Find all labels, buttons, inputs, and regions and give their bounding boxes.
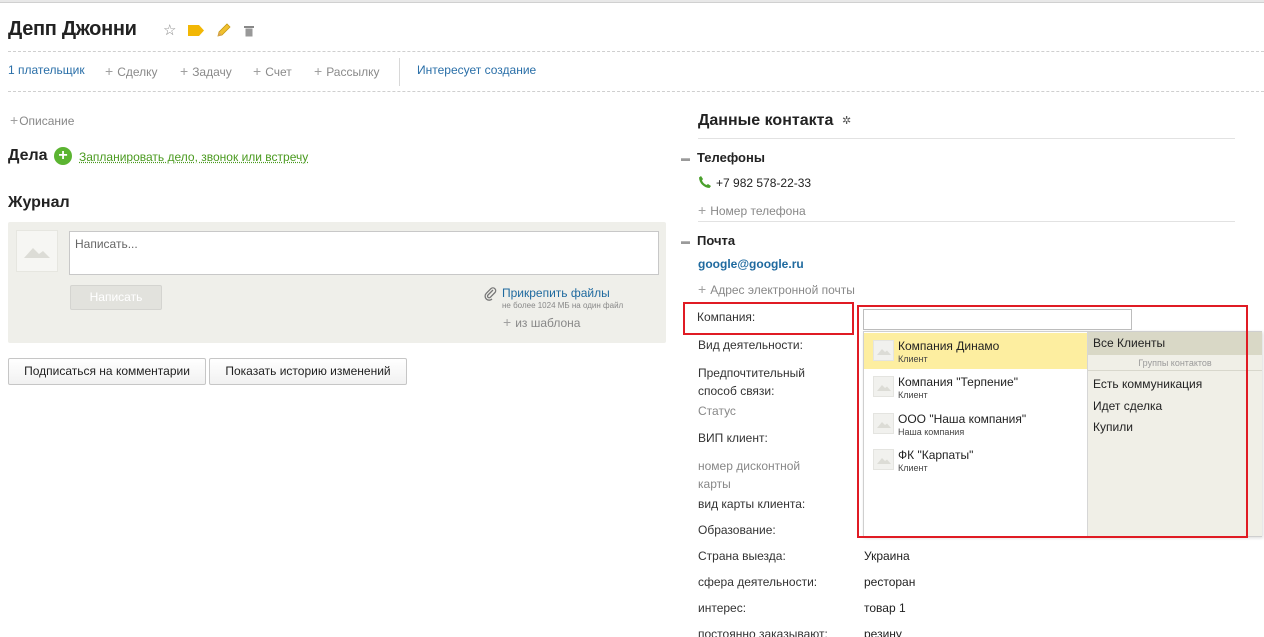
write-button[interactable]: Написать: [70, 285, 162, 310]
phone-icon[interactable]: [698, 175, 712, 192]
tag-icon[interactable]: [188, 24, 205, 42]
from-template-link[interactable]: + из шаблона: [503, 314, 580, 330]
page-title: Депп Джонни: [8, 18, 137, 40]
journal-title: Журнал: [8, 194, 70, 211]
field-label-activity: Вид деятельности:: [698, 338, 803, 352]
add-task-button[interactable]: + Задачу: [180, 63, 232, 79]
header-divider: [8, 51, 1264, 52]
add-email-link[interactable]: + Адрес электронной почты: [698, 281, 855, 297]
add-task-label: Задачу: [192, 65, 232, 79]
annotation-box-label: [683, 302, 854, 335]
user-avatar: [16, 230, 58, 272]
payer-link[interactable]: 1 плательщик: [8, 63, 85, 77]
field-value-country: Украина: [864, 549, 910, 563]
trash-icon[interactable]: [244, 24, 254, 42]
plus-icon: +: [698, 202, 707, 218]
plus-icon: +: [314, 63, 323, 79]
field-value-interest: товар 1: [864, 601, 906, 615]
add-phone-label: Номер телефона: [710, 204, 806, 218]
pencil-icon[interactable]: [216, 22, 232, 43]
attach-limit-note: не более 1024 МБ на один файл: [502, 301, 624, 310]
add-task-icon[interactable]: +: [54, 147, 72, 165]
schedule-task-link[interactable]: Запланировать дело, звонок или встречу: [79, 150, 308, 164]
star-icon[interactable]: ☆: [163, 22, 176, 40]
mail-title: Почта: [697, 233, 736, 248]
top-border: [0, 0, 1264, 3]
field-label-education: Образование:: [698, 523, 776, 537]
plus-icon: +: [10, 112, 19, 128]
plus-icon: +: [698, 281, 707, 297]
field-label-status: Статус: [698, 404, 736, 418]
add-mailing-label: Рассылку: [326, 65, 380, 79]
actions-bar: 1 плательщик + Сделку + Задачу + Счет + Расс…: [8, 63, 548, 81]
plus-icon: +: [503, 314, 512, 330]
plus-icon: +: [253, 63, 262, 79]
add-invoice-button[interactable]: + Счет: [253, 63, 292, 79]
plus-icon: +: [180, 63, 189, 79]
phones-divider: [698, 221, 1235, 222]
actions-separator: [399, 58, 400, 86]
tasks-title: Дела: [8, 147, 48, 164]
add-phone-link[interactable]: + Номер телефона: [698, 202, 806, 218]
paperclip-icon: [484, 287, 498, 304]
field-label-contact-method: Предпочтительный способ связи:: [698, 366, 805, 398]
add-mailing-button[interactable]: + Рассылку: [314, 63, 379, 79]
email-link[interactable]: google@google.ru: [698, 257, 804, 271]
add-invoice-label: Счет: [265, 65, 292, 79]
field-label-orders: постоянно заказывают:: [698, 627, 828, 637]
actions-divider: [8, 91, 1264, 92]
add-description-link[interactable]: +Описание: [10, 112, 74, 128]
field-value-orders: резину: [864, 627, 902, 637]
collapse-phones-icon[interactable]: ▬: [681, 153, 690, 163]
field-label-interest: интерес:: [698, 601, 747, 615]
journal-input[interactable]: Написать...: [69, 231, 659, 275]
field-value-sphere: ресторан: [864, 575, 916, 589]
from-template-label: из шаблона: [515, 316, 581, 330]
show-history-button[interactable]: Показать историю изменений: [209, 358, 407, 385]
collapse-mail-icon[interactable]: ▬: [681, 236, 690, 246]
add-deal-label: Сделку: [117, 65, 158, 79]
contact-data-title: Данные контакта: [698, 112, 834, 129]
add-email-label: Адрес электронной почты: [710, 283, 855, 297]
field-label-card-type: вид карты клиента:: [698, 497, 806, 511]
image-placeholder-icon: [24, 248, 50, 258]
phone-number[interactable]: +7 982 578-22-33: [716, 176, 811, 190]
field-label-vip: ВИП клиент:: [698, 431, 768, 445]
phones-title: Телефоны: [697, 150, 765, 165]
field-label-discount-card: номер дисконтной карты: [698, 459, 801, 491]
interest-link[interactable]: Интересует создание: [417, 63, 536, 77]
field-label-sphere: сфера деятельности:: [698, 575, 818, 589]
plus-icon: +: [105, 63, 114, 79]
contact-title-divider: [698, 138, 1235, 139]
gear-icon[interactable]: ✲: [842, 114, 851, 127]
attach-files-link[interactable]: Прикрепить файлы: [502, 286, 610, 300]
add-description-label: Описание: [19, 114, 75, 128]
subscribe-comments-button[interactable]: Подписаться на комментарии: [8, 358, 206, 385]
field-label-country: Страна выезда:: [698, 549, 786, 563]
annotation-box-dropdown: [857, 305, 1248, 538]
add-deal-button[interactable]: + Сделку: [105, 63, 158, 79]
